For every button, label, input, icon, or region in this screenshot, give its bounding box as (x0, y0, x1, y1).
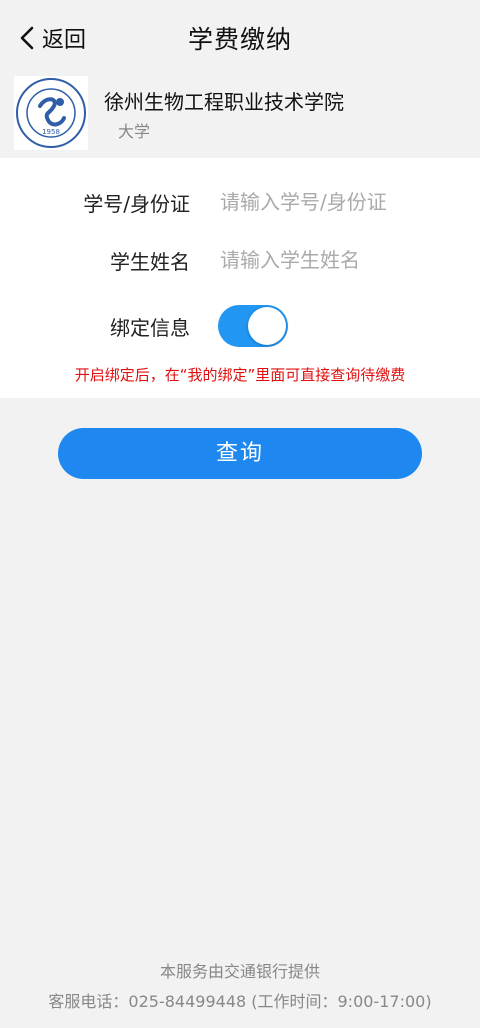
student-name-input[interactable] (218, 247, 452, 273)
payment-form: 学号/身份证 学生姓名 绑定信息 开启绑定后，在“我的绑定”里面可直接查询待缴费 (0, 158, 480, 398)
student-name-label: 学生姓名 (110, 249, 190, 274)
top-bar: 返回 学费缴纳 (0, 0, 480, 76)
student-id-label: 学号/身份证 (83, 191, 190, 216)
bind-info-row: 绑定信息 (0, 305, 480, 347)
student-id-row: 学号/身份证 (0, 182, 480, 222)
bind-notice: 开启绑定后，在“我的绑定”里面可直接查询待缴费 (74, 366, 406, 384)
bind-info-toggle[interactable] (218, 305, 288, 347)
toggle-knob (248, 307, 286, 345)
logo-year: 1958 (42, 128, 60, 136)
student-name-row: 学生姓名 (0, 240, 480, 280)
bind-info-label: 绑定信息 (110, 315, 190, 340)
query-button[interactable]: 查询 (58, 428, 422, 479)
customer-service-text: 客服电话：025-84499448 (工作时间：9:00-17:00) (48, 992, 432, 1011)
service-provider-text: 本服务由交通银行提供 (159, 962, 320, 981)
school-type: 大学 (118, 122, 151, 141)
school-info: 1958 徐州生物工程职业技术学院 大学 (0, 76, 480, 156)
school-seal-icon: 1958 (16, 78, 86, 148)
school-logo: 1958 (14, 76, 88, 150)
school-name: 徐州生物工程职业技术学院 (104, 90, 344, 114)
student-id-input[interactable] (218, 189, 452, 215)
page-title: 学费缴纳 (187, 25, 292, 54)
